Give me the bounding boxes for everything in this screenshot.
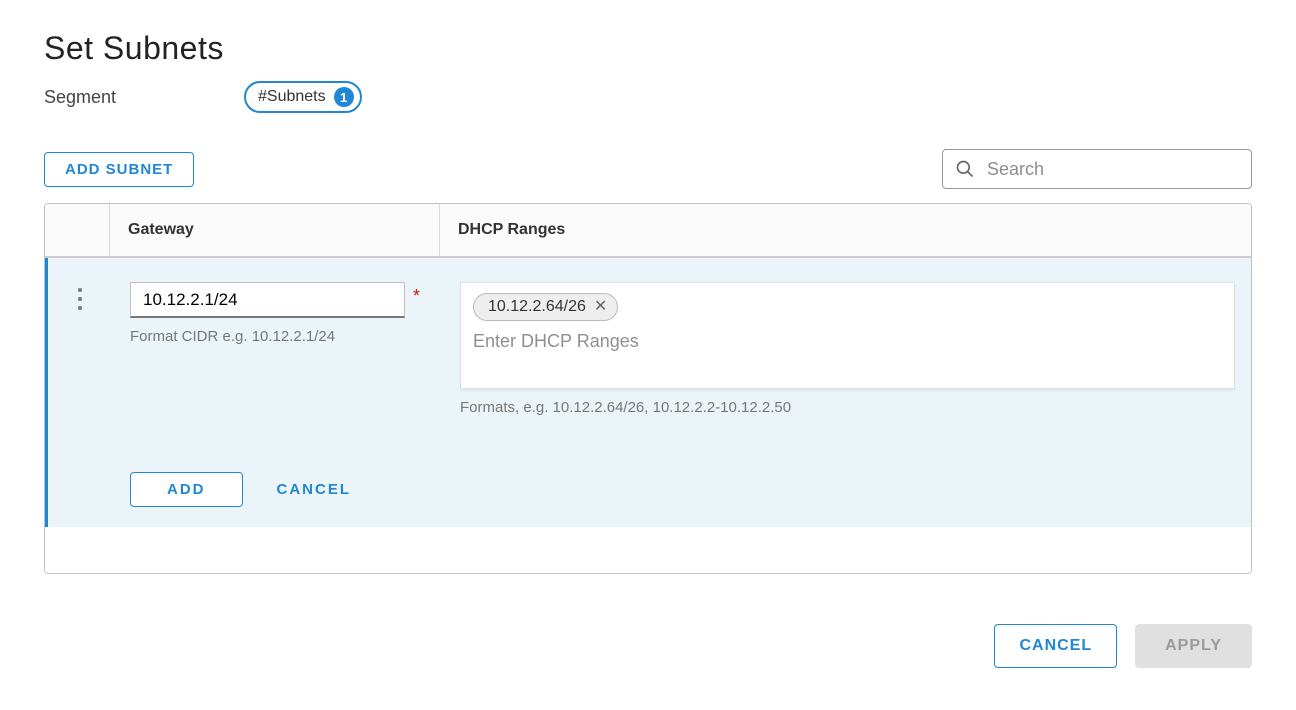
table-row: * Format CIDR e.g. 10.12.2.1/24 10.12.2.… [44,258,1251,527]
table-header-dhcp: DHCP Ranges [439,204,1251,256]
table-header: Gateway DHCP Ranges [45,204,1251,258]
kebab-icon [78,288,82,310]
subnets-count-badge: 1 [334,87,354,107]
dhcp-range-chip: 10.12.2.64/26 ✕ [473,293,618,321]
set-subnets-dialog: Set Subnets Segment #Subnets 1 ADD SUBNE… [0,0,1296,668]
dialog-footer: CANCEL APPLY [0,594,1296,668]
row-cancel-button[interactable]: CANCEL [273,473,356,506]
dhcp-range-chip-label: 10.12.2.64/26 [488,298,586,316]
dhcp-ranges-box[interactable]: 10.12.2.64/26 ✕ [460,282,1235,389]
gateway-input[interactable] [130,282,405,318]
segment-label: Segment [44,87,244,108]
table-header-handle [45,204,109,256]
search-input[interactable] [985,158,1239,181]
row-actions-handle[interactable] [48,282,112,416]
table-footer-spacer [45,527,1251,573]
gateway-cell: * Format CIDR e.g. 10.12.2.1/24 [112,282,442,416]
gateway-hint: Format CIDR e.g. 10.12.2.1/24 [130,328,424,345]
add-subnet-button[interactable]: ADD SUBNET [44,152,194,187]
required-indicator: * [413,286,420,307]
cancel-button[interactable]: CANCEL [994,624,1117,668]
subnets-pill[interactable]: #Subnets 1 [244,81,362,113]
dialog-content: Set Subnets Segment #Subnets 1 ADD SUBNE… [0,0,1296,594]
subnets-pill-label: #Subnets [258,88,326,106]
segment-row: Segment #Subnets 1 [44,81,1252,113]
dhcp-hint: Formats, e.g. 10.12.2.64/26, 10.12.2.2-1… [460,399,1235,416]
toolbar: ADD SUBNET [44,149,1252,189]
dhcp-ranges-input[interactable] [473,327,1222,380]
search-icon [955,159,975,179]
subnets-table: Gateway DHCP Ranges * Format CIDR e.g. 1… [44,203,1252,574]
row-add-button[interactable]: ADD [130,472,243,507]
table-header-gateway: Gateway [109,204,439,256]
dhcp-cell: 10.12.2.64/26 ✕ Formats, e.g. 10.12.2.64… [442,282,1252,416]
remove-chip-icon[interactable]: ✕ [594,299,607,315]
page-title: Set Subnets [44,30,1252,67]
apply-button[interactable]: APPLY [1135,624,1252,668]
search-field[interactable] [942,149,1252,189]
row-action-buttons: ADD CANCEL [112,472,1252,507]
